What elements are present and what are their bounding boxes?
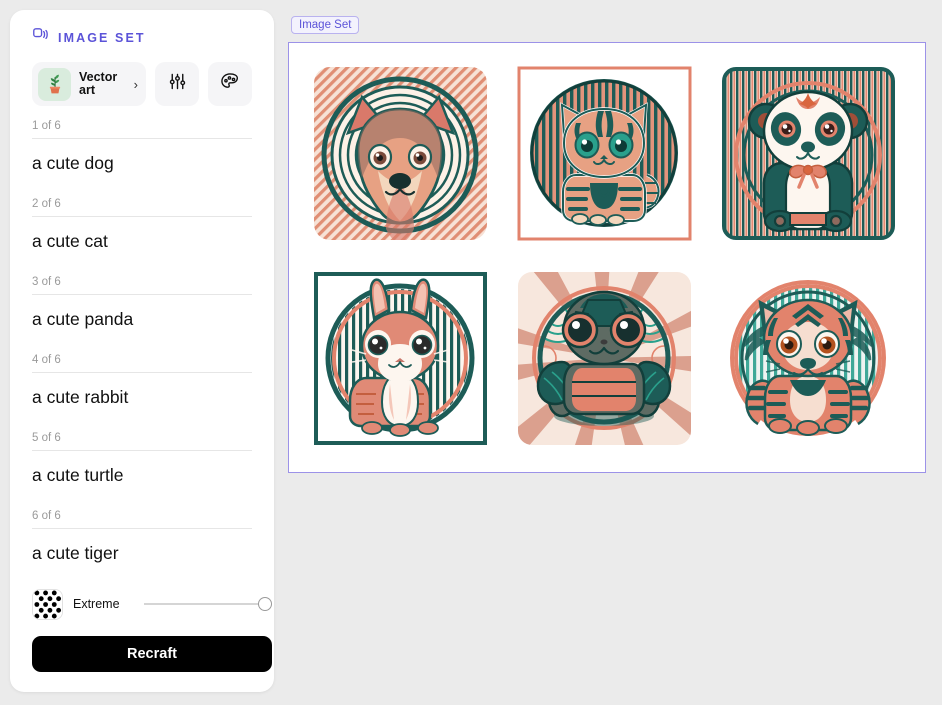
prompt-counter: 2 of 6 [32,198,61,210]
image-tile-dog[interactable] [310,63,491,244]
image-tile-panda[interactable] [718,63,899,244]
prompt-counter: 6 of 6 [32,510,61,522]
prompt-input[interactable]: a cute dog [32,138,252,196]
slider-track [143,603,272,605]
prompt-input[interactable]: a cute rabbit [32,372,252,430]
image-tile-turtle[interactable] [514,268,695,449]
style-selector-label: Vector art [79,69,118,97]
chevron-right-icon: › [133,76,138,92]
extreme-setting-row: Extreme [32,588,272,620]
recraft-button[interactable]: Recraft [32,636,272,672]
image-tile-tiger[interactable] [718,268,899,449]
prompt-input[interactable]: a cute tiger [32,528,252,586]
image-tile-cat[interactable] [514,63,695,244]
settings-sliders-button[interactable] [155,62,199,106]
image-tile-rabbit[interactable] [310,268,491,449]
image-set-panel: IMAGE SET Vector art › 1 of 6 a cute dog… [10,10,274,692]
list-item: 6 of 6 a cute tiger [32,510,252,586]
extreme-slider[interactable] [143,596,272,612]
sliders-icon [167,71,188,97]
image-grid [310,63,899,449]
prompt-list: 1 of 6 a cute dog 2 of 6 a cute cat 3 of… [32,120,252,586]
prompt-input[interactable]: a cute cat [32,216,252,274]
panel-title: IMAGE SET [58,31,146,45]
palette-icon [219,71,241,98]
style-selector-vector-art[interactable]: Vector art › [32,62,146,106]
prompt-input[interactable]: a cute turtle [32,450,252,508]
list-item: 4 of 6 a cute rabbit [32,354,252,430]
extreme-label: Extreme [73,597,120,611]
style-toolbar: Vector art › [32,62,252,106]
list-item: 1 of 6 a cute dog [32,120,252,196]
layers-stack-icon [32,27,49,49]
prompt-counter: 1 of 6 [32,120,61,132]
prompt-input[interactable]: a cute panda [32,294,252,352]
polka-dot-swatch-icon[interactable] [32,588,63,620]
image-set-canvas[interactable] [288,42,926,473]
palette-button[interactable] [208,62,252,106]
prompt-counter: 4 of 6 [32,354,61,366]
list-item: 5 of 6 a cute turtle [32,432,252,508]
prompt-counter: 5 of 6 [32,432,61,444]
slider-thumb[interactable] [258,597,272,611]
panel-header: IMAGE SET [32,10,252,54]
prompt-counter: 3 of 6 [32,276,61,288]
list-item: 2 of 6 a cute cat [32,198,252,274]
potted-plant-icon [38,67,71,101]
tab-image-set[interactable]: Image Set [291,16,360,34]
list-item: 3 of 6 a cute panda [32,276,252,352]
